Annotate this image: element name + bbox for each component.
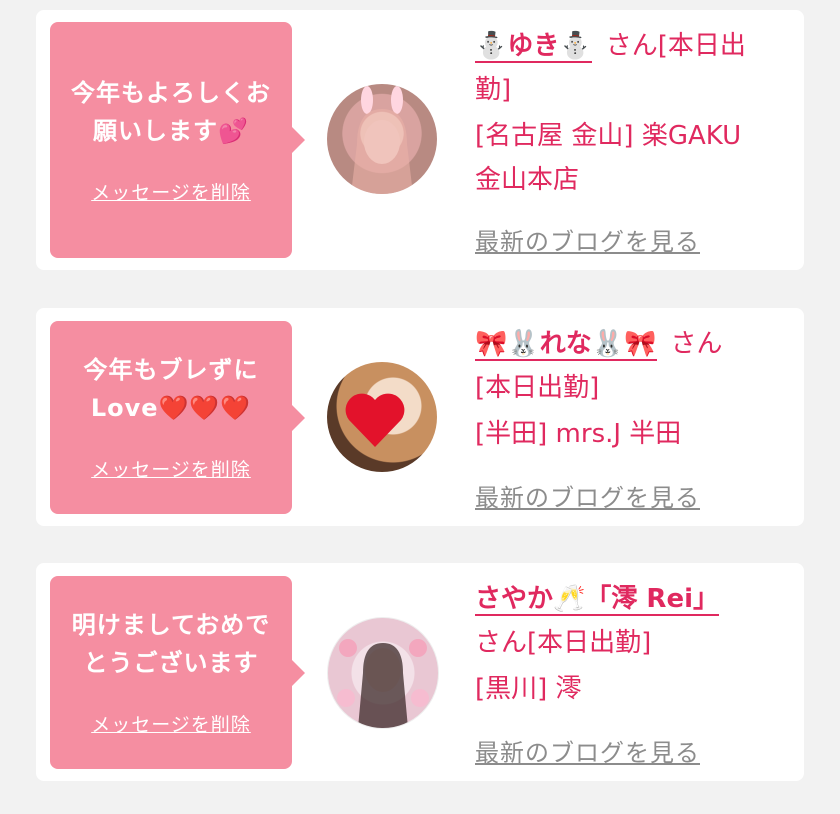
message-line: 願いします💕: [93, 117, 249, 145]
latest-blog-link[interactable]: 最新のブログを見る: [475, 222, 700, 257]
cast-suffix: さん: [670, 329, 723, 359]
shop-text: [半田] mrs.J 半田: [475, 419, 682, 449]
name-line: さやか🥂「澪 Rei」: [475, 577, 719, 621]
name-line: 🎀🐰れな🐰🎀 さん: [475, 322, 723, 366]
avatar[interactable]: [327, 617, 439, 729]
message-text: 今年もよろしくお 願いします💕: [60, 74, 282, 150]
avatar[interactable]: [327, 362, 437, 472]
name-line: ⛄ゆき⛄ さん[本日出: [475, 24, 746, 68]
message-line: 今年もよろしくお: [71, 79, 271, 107]
cast-name-link[interactable]: 🎀🐰れな🐰🎀: [475, 329, 657, 361]
message-card: 今年もブレずに Love❤️❤️❤️ メッセージを削除 🎀🐰れな🐰🎀 さん [本日…: [36, 308, 804, 526]
message-line: 今年もブレずに: [83, 356, 259, 384]
cast-suffix: さん[本日出: [605, 31, 746, 61]
message-card: 今年もよろしくお 願いします💕 メッセージを削除 ⛄ゆき⛄ さん[本日出 勤] […: [36, 10, 804, 270]
avatar-photo-flowers: [337, 639, 429, 728]
delete-message-link[interactable]: メッセージを削除: [50, 455, 292, 482]
message-card: 明けましておめで とうございます メッセージを削除 さやか🥂「澪 Rei」 さん…: [36, 563, 804, 781]
message-line: Love❤️❤️❤️: [90, 394, 252, 422]
shop-text: 金山本店: [475, 165, 580, 195]
shop-text: [黒川] 澪: [475, 674, 582, 704]
message-bubble: 明けましておめで とうございます メッセージを削除: [50, 576, 305, 769]
cast-name-link[interactable]: ⛄ゆき⛄: [475, 31, 592, 63]
delete-message-link[interactable]: メッセージを削除: [50, 178, 292, 205]
message-line: 明けましておめで: [71, 611, 271, 639]
latest-blog-link[interactable]: 最新のブログを見る: [475, 733, 700, 768]
avatar-photo-heart: [345, 393, 405, 447]
status-text: さん[本日出勤]: [475, 628, 652, 658]
latest-blog-link[interactable]: 最新のブログを見る: [475, 478, 700, 513]
avatar-photo-bunny-ears: [351, 86, 413, 194]
message-bubble: 今年もブレずに Love❤️❤️❤️ メッセージを削除: [50, 321, 305, 514]
message-text: 明けましておめで とうございます: [60, 606, 282, 682]
message-line: とうございます: [83, 649, 259, 677]
status-text: 勤]: [475, 75, 512, 105]
message-text: 今年もブレずに Love❤️❤️❤️: [60, 351, 282, 427]
cast-name-link[interactable]: さやか🥂「澪 Rei」: [475, 584, 719, 616]
delete-message-link[interactable]: メッセージを削除: [50, 710, 292, 737]
avatar[interactable]: [327, 84, 437, 194]
status-text: [本日出勤]: [475, 373, 600, 403]
shop-text: [名古屋 金山] 楽GAKU: [475, 121, 742, 151]
message-bubble: 今年もよろしくお 願いします💕 メッセージを削除: [50, 22, 305, 258]
